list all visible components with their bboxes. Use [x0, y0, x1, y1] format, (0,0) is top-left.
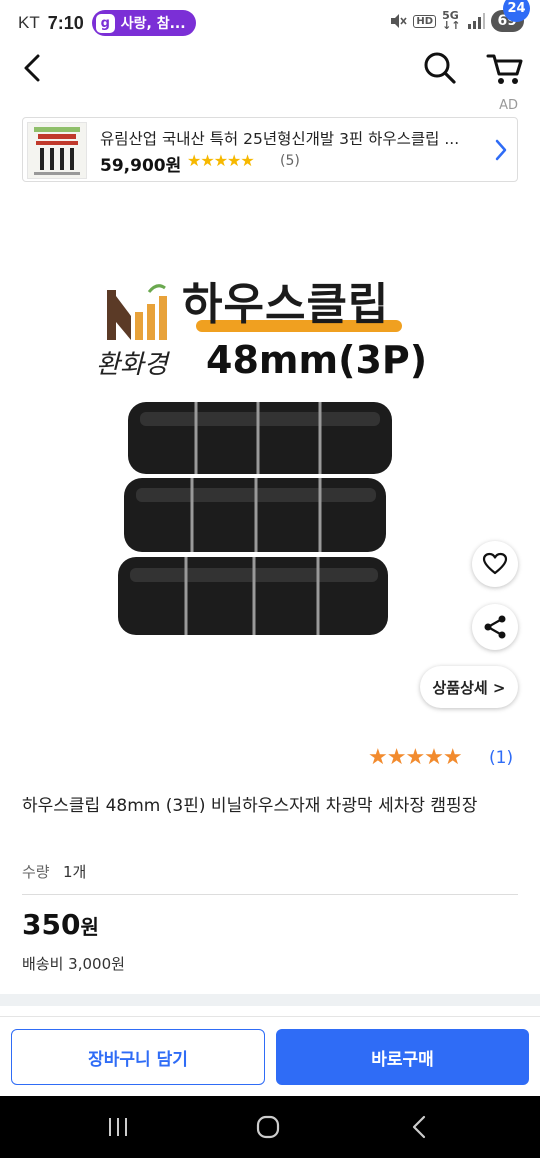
share-button[interactable] — [472, 604, 518, 650]
recent-apps-icon[interactable] — [104, 1116, 132, 1138]
system-back-icon[interactable] — [408, 1114, 432, 1140]
status-time: 7:10 — [47, 12, 84, 33]
price-unit: 원 — [80, 915, 99, 939]
product-image-title: 하우스클립 — [182, 279, 390, 330]
product-title: 하우스클립 48mm (3핀) 비닐하우스자재 차광막 세차장 캠핑장 — [22, 796, 478, 816]
ad-product-title: 유림산업 국내산 특허 25년형신개발 3핀 하우스클립 ... — [100, 130, 460, 148]
notification-pill[interactable]: g 사랑, 참... — [91, 10, 196, 36]
signal-icon — [467, 13, 485, 29]
product-image-brand: 환화경 — [96, 350, 168, 380]
top-nav — [0, 46, 540, 90]
home-icon[interactable] — [255, 1114, 281, 1140]
notification-text: 사랑, 참... — [120, 16, 186, 32]
back-arrow-icon[interactable] — [18, 50, 48, 86]
5g-icon: 5G ↓↑ — [442, 9, 461, 32]
status-bar: KT 7:10 g 사랑, 참... HD 5G ↓↑ 69 — [0, 0, 540, 46]
ad-review-count: (5) — [280, 153, 300, 169]
search-icon[interactable] — [420, 48, 460, 88]
ad-label: AD — [499, 98, 518, 113]
product-review-count[interactable]: (1) — [489, 748, 513, 768]
chevron-right-icon — [495, 139, 507, 161]
app-g-icon: g — [95, 13, 115, 33]
brand-logo-icon — [107, 284, 167, 340]
system-navigation-bar — [0, 1096, 540, 1158]
section-separator — [0, 994, 540, 1006]
product-price: 350원 — [22, 908, 99, 941]
heart-icon — [482, 552, 508, 575]
product-rating-stars[interactable]: ★★★★★ — [368, 745, 463, 770]
divider — [22, 894, 518, 895]
buy-now-button[interactable]: 바로구매 — [276, 1029, 529, 1085]
shopping-cart-icon[interactable] — [484, 46, 528, 90]
carrier-label: KT — [18, 13, 40, 32]
ad-thumbnail-image — [28, 123, 86, 178]
quantity-label: 수량 — [22, 863, 50, 881]
purchase-action-bar: 장바구니 담기 바로구매 — [0, 1016, 540, 1096]
ad-rating-stars: ★★★★★ — [187, 151, 255, 170]
mute-icon — [391, 14, 408, 28]
ad-product-thumbnail — [27, 122, 87, 179]
add-to-cart-button[interactable]: 장바구니 담기 — [11, 1029, 265, 1085]
price-value: 350 — [22, 908, 81, 941]
product-image-size: 48mm(3P) — [206, 338, 428, 382]
sponsored-product-card[interactable]: 유림산업 국내산 특허 25년형신개발 3핀 하우스클립 ... 59,900원… — [22, 117, 518, 182]
quantity-value: 1개 — [63, 863, 87, 881]
ad-product-price: 59,900원 — [100, 156, 182, 176]
product-detail-button[interactable]: 상품상세 > — [420, 666, 518, 708]
hd-icon: HD — [413, 14, 437, 28]
wishlist-button[interactable] — [472, 541, 518, 587]
shipping-fee: 배송비 3,000원 — [22, 955, 125, 973]
share-icon — [484, 615, 506, 639]
